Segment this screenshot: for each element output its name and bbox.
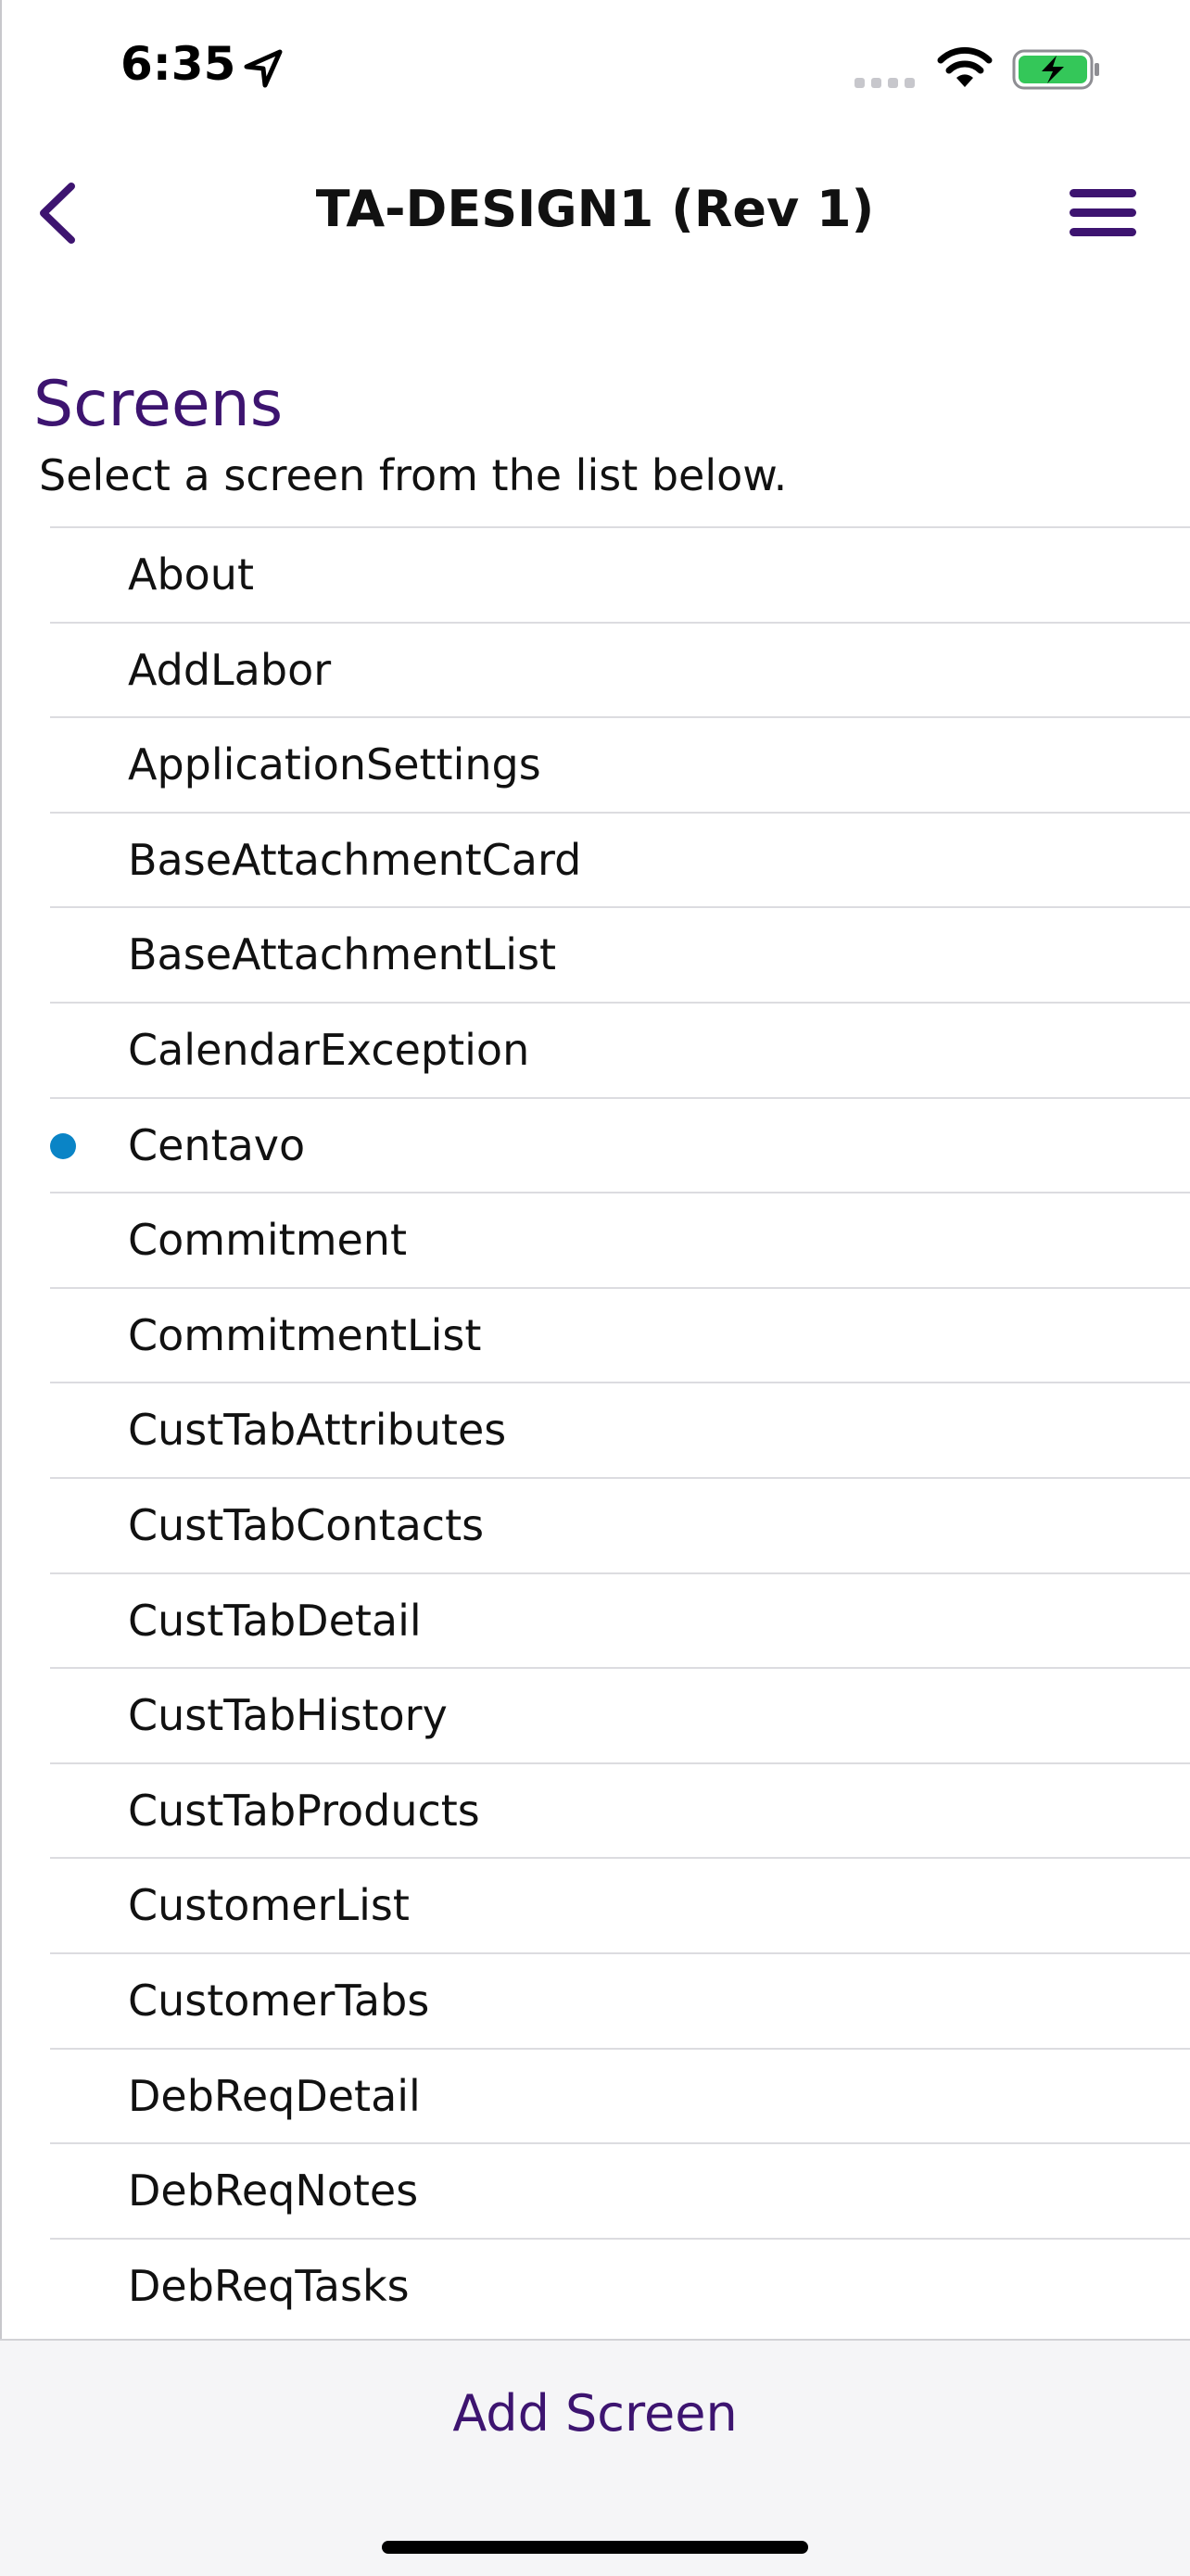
home-indicator[interactable]: [382, 2541, 808, 2554]
list-item-label: BaseAttachmentCard: [128, 834, 582, 885]
list-item-label: DebReqDetail: [128, 2070, 421, 2121]
list-item[interactable]: Centavo: [50, 1096, 1190, 1193]
list-item[interactable]: DebReqTasks: [50, 2237, 1190, 2333]
back-button[interactable]: [20, 176, 95, 250]
list-item-label: CommitmentList: [128, 1309, 482, 1360]
status-bar: 6:35: [0, 0, 1190, 139]
list-item-label: CustTabHistory: [128, 1690, 448, 1741]
cellular-signal-icon: [855, 78, 915, 88]
list-item[interactable]: Commitment: [50, 1192, 1190, 1287]
screen-list: About AddLabor ApplicationSettings BaseAtta…: [50, 526, 1190, 2332]
list-item[interactable]: BaseAttachmentCard: [50, 811, 1190, 907]
list-item[interactable]: About: [50, 526, 1190, 622]
list-item-label: CustTabProducts: [128, 1785, 480, 1836]
list-item[interactable]: DebReqNotes: [50, 2142, 1190, 2238]
list-item[interactable]: BaseAttachmentList: [50, 906, 1190, 1002]
list-item-label: CustTabContacts: [128, 1499, 485, 1550]
list-item-label: DebReqTasks: [128, 2260, 410, 2311]
list-item-label: ApplicationSettings: [128, 739, 541, 790]
section-title: Screens: [33, 368, 284, 441]
list-item[interactable]: CustTabProducts: [50, 1762, 1190, 1858]
chevron-left-icon: [40, 183, 75, 244]
list-item[interactable]: CustTabContacts: [50, 1476, 1190, 1572]
list-item-label: Commitment: [128, 1215, 407, 1266]
list-item[interactable]: ApplicationSettings: [50, 716, 1190, 812]
list-item-label: CustTabAttributes: [128, 1405, 507, 1456]
list-item[interactable]: CustomerList: [50, 1857, 1190, 1952]
location-arrow-icon: [244, 49, 283, 88]
list-item-label: AddLabor: [128, 644, 332, 695]
list-item[interactable]: AddLabor: [50, 621, 1190, 717]
list-item-label: BaseAttachmentList: [128, 929, 557, 980]
hamburger-menu-icon: [1070, 189, 1136, 236]
list-item[interactable]: CustTabDetail: [50, 1572, 1190, 1668]
bottom-toolbar: Add Screen: [0, 2339, 1190, 2576]
list-item-label: CalendarException: [128, 1024, 530, 1075]
wifi-icon: [937, 46, 993, 87]
section-subtitle: Select a screen from the list below.: [39, 450, 788, 500]
page-title: TA-DESIGN1 (Rev 1): [315, 179, 875, 238]
list-item[interactable]: CustomerTabs: [50, 1951, 1190, 2048]
battery-charging-icon: [1012, 49, 1099, 90]
menu-button[interactable]: [1057, 176, 1149, 250]
selected-indicator: [50, 1132, 76, 1159]
status-time: 6:35: [120, 37, 236, 91]
list-item[interactable]: CalendarException: [50, 1001, 1190, 1097]
list-item-label: About: [128, 549, 255, 600]
list-item[interactable]: DebReqDetail: [50, 2047, 1190, 2143]
list-item[interactable]: CustTabAttributes: [50, 1382, 1190, 1477]
list-item[interactable]: CustTabHistory: [50, 1667, 1190, 1762]
list-item-label: CustomerList: [128, 1880, 410, 1931]
window-edge: [0, 0, 2, 2574]
list-item[interactable]: CommitmentList: [50, 1286, 1190, 1383]
list-item-label: CustTabDetail: [128, 1595, 422, 1646]
navigation-bar: TA-DESIGN1 (Rev 1): [0, 158, 1190, 259]
add-screen-button[interactable]: Add Screen: [0, 2363, 1190, 2463]
list-item-label: Centavo: [128, 1119, 306, 1170]
list-item-label: CustomerTabs: [128, 1975, 430, 2026]
list-item-label: DebReqNotes: [128, 2166, 419, 2216]
